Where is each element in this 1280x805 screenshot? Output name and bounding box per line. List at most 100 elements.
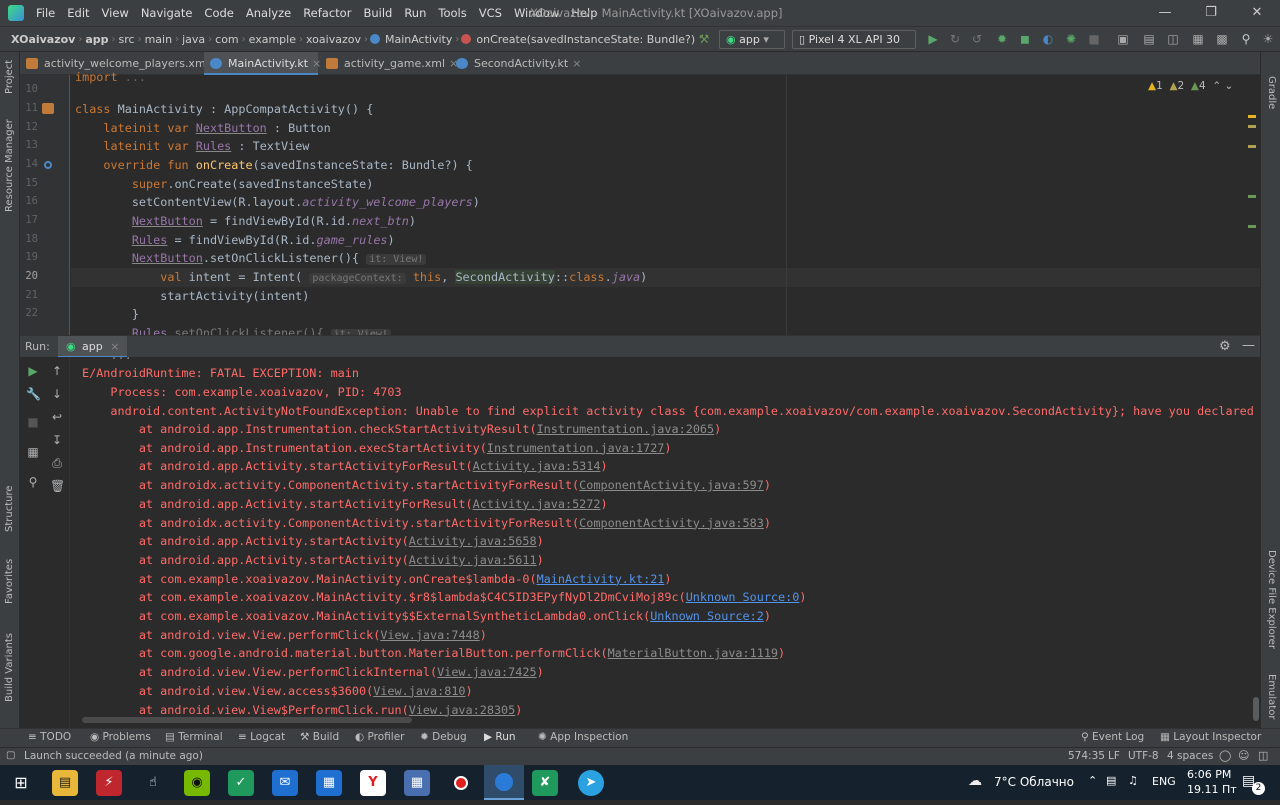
rerun-icon[interactable]: ▶	[26, 364, 40, 378]
breadcrumb-package[interactable]: xoaivazov	[303, 33, 364, 46]
menu-edit[interactable]: Edit	[61, 6, 95, 20]
close-tab-icon[interactable]: ×	[110, 340, 119, 353]
error-stripe-mark[interactable]	[1248, 195, 1256, 198]
android-studio-taskbar-icon[interactable]	[484, 765, 524, 800]
stack-frame-link[interactable]: Unknown Source:2	[650, 609, 764, 623]
device-manager-icon[interactable]: ▤	[1142, 32, 1156, 46]
language-indicator[interactable]: ENG	[1152, 775, 1176, 788]
override-icon[interactable]	[44, 161, 52, 169]
breadcrumb-src[interactable]: src	[116, 33, 138, 46]
horizontal-scrollbar[interactable]	[82, 717, 412, 723]
close-icon[interactable]: ✕	[1234, 0, 1280, 26]
tool-window-build-variants[interactable]: Build Variants	[4, 633, 15, 702]
stack-frame-link[interactable]: Activity.java:5314	[473, 459, 601, 473]
android-studio-icon-alt[interactable]: ✘	[532, 770, 558, 796]
attach-debugger-icon[interactable]: ◐	[1041, 32, 1055, 46]
record-icon[interactable]	[448, 770, 474, 796]
tool-window-project[interactable]: Project	[4, 60, 15, 94]
run-icon[interactable]: ▶	[926, 32, 940, 46]
wrench-icon[interactable]: 🔧	[26, 387, 41, 401]
clock-date[interactable]: 19.11 Пт	[1187, 783, 1237, 796]
sdk-manager-icon[interactable]: ◫	[1166, 32, 1180, 46]
yandex-browser-icon[interactable]: Y	[360, 770, 386, 796]
tool-tab-event-log[interactable]: ⚲ Event Log	[1081, 731, 1144, 743]
tool-tab-run[interactable]: ▶ Run	[484, 731, 516, 743]
tab-activity-game[interactable]: activity_game.xml ×	[320, 52, 458, 75]
vertical-scrollbar[interactable]	[1253, 697, 1259, 721]
ide-settings-icon[interactable]: ☀	[1261, 32, 1275, 46]
apply-changes-icon[interactable]: ↻	[948, 32, 962, 46]
tool-window-emulator[interactable]: Emulator	[1266, 674, 1277, 719]
close-tab-icon[interactable]: ×	[572, 57, 581, 70]
tool-tab-todo[interactable]: ≡ TODO	[28, 731, 71, 743]
stack-frame-link[interactable]: Unknown Source:0	[686, 590, 800, 604]
clock-time[interactable]: 6:06 PM	[1187, 768, 1231, 781]
breadcrumb-project[interactable]: XOaivazov	[8, 33, 78, 46]
inspection-widget[interactable]: ▲1 ▲2 ▲4 ⌃ ⌄	[1148, 80, 1233, 92]
sync-gradle-icon[interactable]: ▣	[1116, 32, 1130, 46]
tray-chevron-up-icon[interactable]: ⌃	[1088, 774, 1097, 787]
telegram-icon[interactable]: ➤	[578, 770, 604, 796]
vpn-icon[interactable]: ✓	[228, 770, 254, 796]
app-red-icon[interactable]: ⚡	[96, 770, 122, 796]
memory-icon[interactable]: ◫	[1258, 749, 1268, 762]
tool-window-resource-manager[interactable]: Resource Manager	[4, 119, 15, 212]
layout-icon[interactable]: ▦	[26, 445, 40, 459]
stack-frame-link[interactable]: ComponentActivity.java:597	[579, 478, 764, 492]
stack-frame-link[interactable]: MainActivity.kt:21	[537, 572, 665, 586]
calendar-icon[interactable]: ▦	[316, 770, 342, 796]
tool-tab-app-inspection[interactable]: ✺ App Inspection	[538, 731, 628, 743]
chevron-up-icon[interactable]: ⌃	[1212, 80, 1221, 92]
debug-icon[interactable]: ✹	[995, 32, 1009, 46]
run-config-select[interactable]: ◉ app ▾	[719, 30, 785, 49]
profile-icon[interactable]: ◼	[1018, 32, 1032, 46]
restore-icon[interactable]: ❐	[1188, 0, 1234, 26]
tool-tab-debug[interactable]: ✹ Debug	[420, 731, 467, 743]
scroll-up-icon[interactable]: ↑	[50, 364, 64, 378]
error-stripe-mark[interactable]	[1248, 125, 1256, 128]
tool-tab-terminal[interactable]: ▤ Terminal	[165, 731, 223, 743]
settings-gear-icon[interactable]: ⚙	[1219, 339, 1231, 354]
scroll-to-end-icon[interactable]: ↧	[50, 433, 64, 447]
breadcrumb-main[interactable]: main	[142, 33, 175, 46]
menu-run[interactable]: Run	[398, 6, 432, 20]
breadcrumb-example[interactable]: example	[246, 33, 299, 46]
status-message[interactable]: Launch succeeded (a minute ago)	[24, 750, 203, 762]
smiley-icon[interactable]: ☺	[1238, 749, 1249, 762]
tool-tab-problems[interactable]: ◉ Problems	[90, 731, 151, 743]
cloud-icon[interactable]: ☁	[968, 773, 982, 789]
device-select[interactable]: ▯ Pixel 4 XL API 30 ▾	[792, 30, 916, 63]
stack-frame-link[interactable]: Activity.java:5611	[409, 553, 537, 567]
device-mirror-icon[interactable]: ▩	[1215, 32, 1229, 46]
tool-window-favorites[interactable]: Favorites	[4, 559, 15, 604]
indent-setting[interactable]: 4 spaces	[1167, 750, 1213, 762]
tool-tab-logcat[interactable]: ≡ Logcat	[238, 731, 285, 743]
stack-frame-link[interactable]: Instrumentation.java:1727	[487, 441, 665, 455]
status-panel-icon[interactable]: ▢	[6, 750, 15, 761]
hammer-icon[interactable]: ⚒	[697, 32, 711, 46]
stack-frame-link[interactable]: View.java:7425	[437, 665, 536, 679]
minimize-icon[interactable]: —	[1142, 0, 1188, 26]
nvidia-icon[interactable]: ◉	[184, 770, 210, 796]
tool-tab-layout-inspector[interactable]: ▦ Layout Inspector	[1160, 731, 1261, 743]
stack-frame-link[interactable]: Activity.java:5658	[409, 534, 537, 548]
stop-icon[interactable]: ■	[1087, 32, 1101, 46]
network-icon[interactable]: ▤	[1106, 774, 1116, 787]
menu-code[interactable]: Code	[198, 6, 239, 20]
file-encoding[interactable]: UTF-8	[1128, 750, 1159, 762]
error-stripe-mark[interactable]	[1248, 115, 1256, 118]
error-stripe-mark[interactable]	[1248, 225, 1256, 228]
weather-text[interactable]: 7°C Облачно	[994, 775, 1074, 789]
menu-file[interactable]: File	[30, 6, 61, 20]
line-separator[interactable]: LF	[1108, 750, 1120, 762]
error-stripe-mark[interactable]	[1248, 145, 1256, 148]
menu-view[interactable]: View	[96, 6, 135, 20]
run-console[interactable]: ... E/AndroidRuntime: FATAL EXCEPTION: m…	[70, 357, 1260, 728]
stack-frame-link[interactable]: Activity.java:5272	[473, 497, 601, 511]
stack-frame-link[interactable]: View.java:810	[373, 684, 465, 698]
tool-window-device-file-explorer[interactable]: Device File Explorer	[1266, 550, 1277, 649]
stack-frame-link[interactable]: View.java:28305	[409, 703, 516, 717]
breadcrumb-class[interactable]: MainActivity	[382, 33, 455, 46]
android-activity-icon[interactable]	[42, 103, 54, 114]
tool-window-gradle[interactable]: Gradle	[1266, 76, 1277, 109]
